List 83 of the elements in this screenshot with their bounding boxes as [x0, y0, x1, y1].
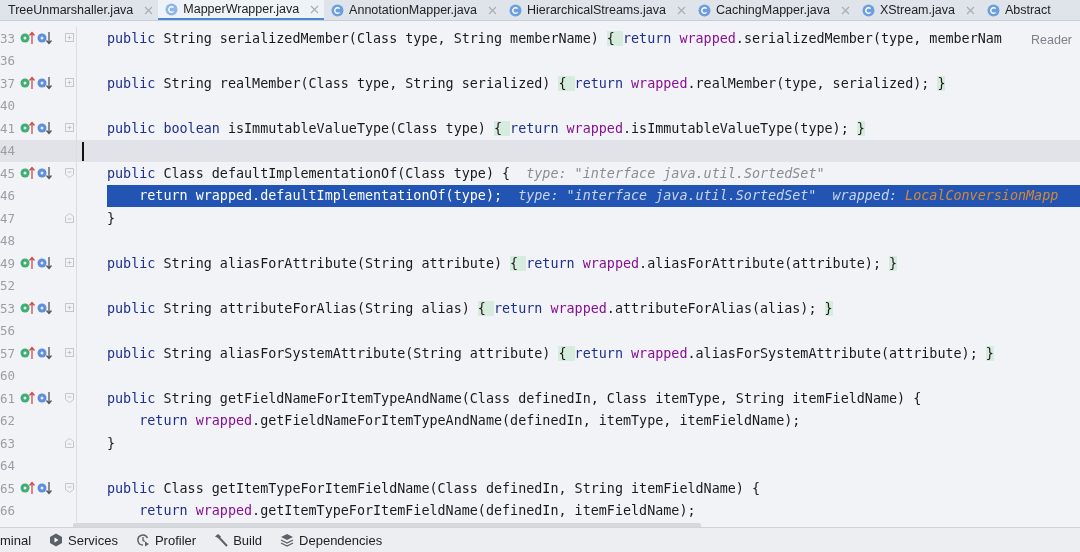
line-number: 66: [0, 503, 17, 519]
implements-up-arrow-icon[interactable]: [20, 346, 35, 361]
tool-window-button[interactable]: minal: [0, 532, 32, 548]
class-icon: [697, 3, 711, 17]
close-icon[interactable]: [840, 5, 850, 15]
code-line: }: [107, 209, 116, 228]
close-icon[interactable]: [487, 5, 497, 15]
implements-up-arrow-icon[interactable]: [20, 166, 35, 181]
play-icon: [49, 533, 64, 547]
editor-tab[interactable]: CachingMapper.java: [690, 0, 855, 20]
reader-mode-label[interactable]: Reader: [1031, 33, 1072, 47]
code-line: public String attributeForAlias(String alias) { return wrapped.attributeForAlias(alias); }: [107, 299, 833, 318]
editor-tab[interactable]: HierarchicalStreams.java: [501, 0, 691, 20]
line-number: 53: [0, 300, 17, 316]
code-line: public String realMember(Class type, String serialized) { return wrapped.realMember(type, serialized); }: [107, 74, 946, 93]
line-number: 52: [0, 278, 17, 294]
implements-up-arrow-icon[interactable]: [20, 121, 35, 136]
code-line: public String aliasForSystemAttribute(String attribute) { return wrapped.aliasForSystemAttribute(attribute); }: [107, 344, 994, 363]
code-line: return wrapped.getFieldNameForItemTypeAndName(definedIn, itemType, itemFieldName);: [138, 412, 801, 431]
implements-up-arrow-icon[interactable]: [20, 391, 35, 406]
tool-window-button[interactable]: Dependencies: [280, 532, 383, 548]
line-number: 60: [0, 368, 17, 384]
overridden-down-arrow-icon[interactable]: [37, 256, 52, 271]
overridden-down-arrow-icon[interactable]: [37, 301, 52, 316]
line-number: 57: [0, 345, 17, 361]
line-number: 48: [0, 233, 17, 249]
close-icon[interactable]: [965, 5, 975, 15]
class-icon: [165, 2, 179, 16]
editor-tab[interactable]: Abstract: [979, 0, 1056, 20]
overridden-down-arrow-icon[interactable]: [37, 31, 52, 46]
line-number: 33: [0, 30, 17, 46]
overridden-down-arrow-icon[interactable]: [37, 121, 52, 136]
editor-tab[interactable]: AnnotationMapper.java: [324, 0, 502, 20]
code-line: return wrapped.getItemTypeForItemFieldName(definedIn, itemFieldName);: [138, 502, 696, 521]
class-icon: [331, 3, 345, 17]
overridden-down-arrow-icon[interactable]: [37, 391, 52, 406]
line-number: 64: [0, 458, 17, 474]
code-line: public Class getItemTypeForItemFieldName(Class definedIn, String itemFieldName) {: [107, 479, 760, 498]
line-number: 41: [0, 120, 17, 136]
line-number: 62: [0, 413, 17, 429]
profiler-icon: [135, 533, 150, 547]
code-line: public String getFieldNameForItemTypeAndName(Class definedIn, Class itemType, String itemFieldName) {: [107, 389, 922, 408]
layers-icon: [280, 533, 295, 547]
close-icon[interactable]: [676, 5, 686, 15]
tool-window-button[interactable]: Build: [214, 532, 263, 548]
line-number: 63: [0, 435, 17, 451]
line-number: 49: [0, 255, 17, 271]
line-number: 45: [0, 165, 17, 181]
line-number: 56: [0, 323, 17, 339]
code-line: public Class defaultImplementationOf(Class type) { type: "interface java.util.SortedSet": [107, 164, 825, 183]
overridden-down-arrow-icon[interactable]: [37, 76, 52, 91]
close-icon[interactable]: [144, 5, 154, 15]
editor-tab[interactable]: XStream.java: [854, 0, 980, 20]
class-icon: [508, 3, 522, 17]
overridden-down-arrow-icon[interactable]: [37, 166, 52, 181]
line-number: 65: [0, 480, 17, 496]
line-number: 40: [0, 98, 17, 114]
tool-window-button[interactable]: Services: [49, 532, 118, 548]
tool-window-button[interactable]: Profiler: [135, 532, 197, 548]
code-line: public String serializedMember(Class type, String memberName) { return wrapped.serializedMember(type, memberNam: [107, 29, 1002, 48]
line-number: 61: [0, 390, 17, 406]
editor-tab[interactable]: TreeUnmarshaller.java: [0, 0, 159, 20]
code-line: public boolean isImmutableValueType(Class type) { return wrapped.isImmutableValueType(type); }: [107, 119, 865, 138]
line-number: 37: [0, 75, 17, 91]
text-caret: [82, 141, 84, 161]
code-line: }: [107, 434, 116, 453]
implements-up-arrow-icon[interactable]: [20, 256, 35, 271]
implements-up-arrow-icon[interactable]: [20, 301, 35, 316]
implements-up-arrow-icon[interactable]: [20, 76, 35, 91]
editor-tab[interactable]: MapperWrapper.java: [158, 0, 325, 20]
close-icon[interactable]: [310, 4, 320, 14]
class-icon: [861, 3, 875, 17]
overridden-down-arrow-icon[interactable]: [37, 346, 52, 361]
overridden-down-arrow-icon[interactable]: [37, 481, 52, 496]
class-icon: [986, 3, 1000, 17]
line-number: 46: [0, 188, 17, 204]
implements-up-arrow-icon[interactable]: [20, 481, 35, 496]
line-number: 44: [0, 143, 17, 159]
implements-up-arrow-icon[interactable]: [20, 31, 35, 46]
line-number: 47: [0, 210, 17, 226]
hammer-icon: [214, 533, 229, 547]
code-line: public String aliasForAttribute(String attribute) { return wrapped.aliasForAttribute(attribute); }: [107, 254, 898, 273]
line-number: 36: [0, 53, 17, 69]
